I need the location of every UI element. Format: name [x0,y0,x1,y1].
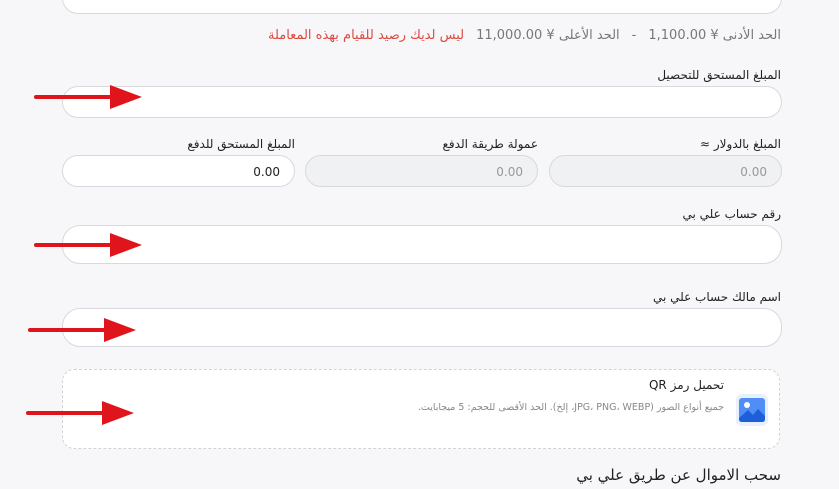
limits-row: الحد الأدنى ¥ 1,100.00 - الحد الأعلى ¥ 1… [268,28,781,43]
commission-value: 0.00 [496,165,523,179]
usd-amount-label: المبلغ بالدولار ≈ [700,137,781,151]
previous-field[interactable] [62,0,782,14]
account-number-input[interactable] [62,225,782,264]
annotation-arrow-icon [34,85,142,109]
annotation-arrow-icon [28,318,136,342]
annotation-arrow-icon [34,233,142,257]
usd-amount-field: 0.00 [549,155,782,187]
commission-field: 0.00 [305,155,538,187]
account-number-label: رقم حساب علي بي [682,207,781,221]
usd-amount-value: 0.00 [740,165,767,179]
max-limit: الحد الأعلى ¥ 11,000.00 [476,28,620,43]
payable-amount-field[interactable]: 0.00 [62,155,295,187]
section-title: سحب الاموال عن طريق علي بي [576,466,781,484]
min-limit: الحد الأدنى ¥ 1,100.00 [648,28,781,43]
account-owner-input[interactable] [62,308,782,347]
payable-amount-label: المبلغ المستحق للدفع [187,137,295,151]
image-icon [736,394,768,426]
upload-description: جميع أنواع الصور (JPG، PNG، WEBP، إلخ). … [417,402,724,413]
amount-due-input[interactable] [62,86,782,118]
upload-title: تحميل رمز QR [648,378,724,392]
amount-due-label: المبلغ المستحق للتحصيل [657,68,781,82]
limit-separator: - [631,28,637,43]
annotation-arrow-icon [26,401,134,425]
qr-upload-dropzone[interactable]: تحميل رمز QR جميع أنواع الصور (JPG، PNG،… [62,369,780,449]
account-owner-label: اسم مالك حساب علي بي [652,290,781,304]
payable-amount-value: 0.00 [253,165,280,179]
commission-label: عمولة طريقة الدفع [442,137,538,151]
insufficient-balance-error: ليس لديك رصيد للقيام بهذه المعاملة [267,28,465,43]
